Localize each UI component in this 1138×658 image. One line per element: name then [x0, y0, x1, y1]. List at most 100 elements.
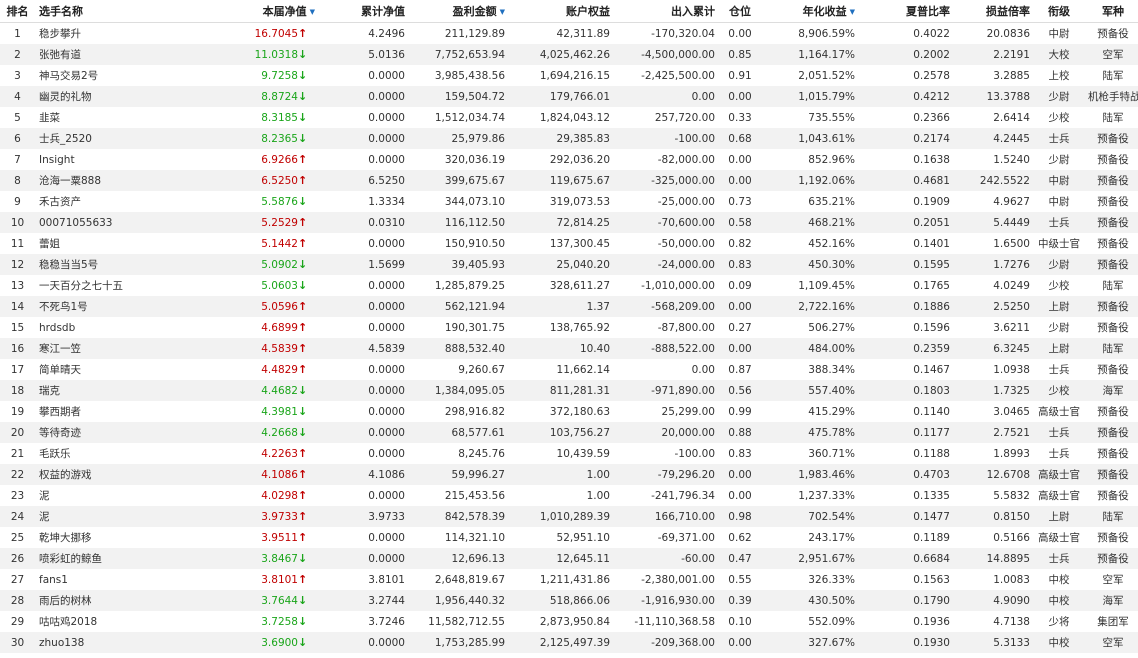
table-row[interactable]: 6 士兵_2520 8.2365↓ 0.0000 25,979.86 29,385.83-…: [0, 128, 1138, 149]
cell-player-name[interactable]: 神马交易2号: [35, 65, 235, 86]
table-row[interactable]: 28 雨后的树林 3.7644↓ 3.2744 1,956,440.32 518,866.…: [0, 590, 1138, 611]
table-row[interactable]: 27 fans1 3.8101↑ 3.8101 2,648,819.67 1,211,43…: [0, 569, 1138, 590]
table-row[interactable]: 22 权益的游戏 4.1086↑ 4.1086 59,996.27 1.00 -79,296…: [0, 464, 1138, 485]
cell-profit: 1,753,285.99: [405, 632, 505, 653]
cell-player-name[interactable]: 士兵_2520: [35, 128, 235, 149]
col-position-header[interactable]: 仓位: [715, 0, 765, 23]
table-row[interactable]: 30 zhuo138 3.6900↓ 0.0000 1,753,285.99 2,125,…: [0, 632, 1138, 653]
col-equity-header[interactable]: 账户权益: [505, 0, 610, 23]
cell-sharpe: 0.4681: [855, 170, 950, 191]
cell-branch: 空军: [1102, 574, 1124, 586]
cell-player-name[interactable]: 泥: [35, 506, 235, 527]
cell-player-name[interactable]: 韭菜: [35, 107, 235, 128]
cell-pl-ratio: 1.0083: [993, 573, 1030, 586]
table-row[interactable]: 3 神马交易2号 9.7258↓ 0.0000 3,985,438.56 1,694,21…: [0, 65, 1138, 86]
table-row[interactable]: 19 攀西期者 4.3981↓ 0.0000 298,916.82 372,180.63 2…: [0, 401, 1138, 422]
cell-annual: 506.27%: [808, 321, 855, 334]
sort-down-icon[interactable]: ▼: [310, 8, 315, 16]
cell-player-name[interactable]: 禾古资产: [35, 191, 235, 212]
arrow-down-icon: ↓: [298, 258, 308, 271]
sort-down-icon[interactable]: ▼: [500, 8, 505, 16]
cell-position: 0.88: [715, 422, 765, 443]
cell-player-name[interactable]: 乾坤大挪移: [35, 527, 235, 548]
cell-player-name[interactable]: 等待奇迹: [35, 422, 235, 443]
cell-player-name[interactable]: 泥: [35, 485, 235, 506]
table-row[interactable]: 16 寒江一笠 4.5839↑ 4.5839 888,532.40 10.40 -888,5…: [0, 338, 1138, 359]
table-row[interactable]: 26 喷彩虹的鲸鱼 3.8467↓ 0.0000 12,696.13 12,645.11-…: [0, 548, 1138, 569]
table-row[interactable]: 1 稳步攀升 16.7045↑ 4.2496 211,129.89 42,311.89 -1…: [0, 23, 1138, 45]
col-branch-header[interactable]: 军种: [1088, 0, 1138, 23]
cell-branch: 预备役: [1097, 322, 1129, 334]
col-title-header[interactable]: 衔级: [1030, 0, 1088, 23]
cell-branch: 海军: [1088, 590, 1138, 611]
table-row[interactable]: 12 稳稳当当5号 5.0902↓ 1.5699 39,405.93 25,040.20-…: [0, 254, 1138, 275]
col-name-header[interactable]: 选手名称: [35, 0, 235, 23]
table-row[interactable]: 9 禾古资产 5.5876↓ 1.3334 344,073.10 319,073.53 -2…: [0, 191, 1138, 212]
table-row[interactable]: 5 韭菜 8.3185↓ 0.0000 1,512,034.74 1,824,043.12…: [0, 107, 1138, 128]
cell-profit: 1,512,034.74: [434, 111, 505, 124]
cell-annual: 484.00%: [765, 338, 855, 359]
cell-equity: 4,025,462.26: [505, 44, 610, 65]
col-annual-header[interactable]: 年化收益 ▼: [765, 0, 855, 23]
table-row[interactable]: 24 泥 3.9733↑ 3.9733 842,578.39 1,010,289.39 16…: [0, 506, 1138, 527]
cell-player-name[interactable]: hrdsdb: [35, 317, 235, 338]
col-cum-nav-header[interactable]: 累计净值: [315, 0, 405, 23]
table-row[interactable]: 10 00071055633 5.2529↑ 0.0310 116,112.50 72,8…: [0, 212, 1138, 233]
cell-cum-nav: 0.0000: [368, 363, 405, 376]
cell-player-name[interactable]: 权益的游戏: [35, 464, 235, 485]
cell-player-name[interactable]: 简单晴天: [35, 359, 235, 380]
cell-player-name[interactable]: 毛跃乐: [35, 443, 235, 464]
col-nav-header[interactable]: 本届净值 ▼: [235, 0, 315, 23]
table-row[interactable]: 7 Insight 6.9266↑ 0.0000 320,036.19 292,036.2…: [0, 149, 1138, 170]
cell-rank-title: 少校: [1048, 112, 1070, 124]
cell-player-name[interactable]: 一天百分之七十五: [35, 275, 235, 296]
cell-player-name[interactable]: 瑞克: [35, 380, 235, 401]
col-profit-header[interactable]: 盈利金额 ▼: [405, 0, 505, 23]
cell-profit: 39,405.93: [405, 254, 505, 275]
table-row[interactable]: 11 蕾姐 5.1442↑ 0.0000 150,910.50 137,300.45 -50…: [0, 233, 1138, 254]
header-row: 排名 选手名称 本届净值 ▼ 累计净值 盈利金额 ▼ 账户权益 出入累计 仓位 年化…: [0, 0, 1138, 23]
cell-player-name[interactable]: 攀西期者: [35, 401, 235, 422]
cell-rank: 6: [0, 128, 35, 149]
table-row[interactable]: 29 咕咕鸡2018 3.7258↓ 3.7246 11,582,712.55 2,873…: [0, 611, 1138, 632]
col-rank-header[interactable]: 排名: [0, 0, 35, 23]
cell-pl-ratio: 6.3245: [950, 338, 1030, 359]
cell-player-name[interactable]: 幽灵的礼物: [35, 86, 235, 107]
sort-down-icon[interactable]: ▼: [850, 8, 855, 16]
cell-cum-nav: 0.0000: [315, 380, 405, 401]
cell-player-name[interactable]: 寒江一笠: [35, 338, 235, 359]
col-pl-ratio-header[interactable]: 损益倍率: [950, 0, 1030, 23]
cell-player-name[interactable]: fans1: [35, 569, 235, 590]
cell-player-name[interactable]: zhuo138: [35, 632, 235, 653]
cell-flow: -888,522.00: [610, 338, 715, 359]
cell-player-name[interactable]: 稳步攀升: [35, 23, 235, 45]
cell-player-name[interactable]: 00071055633: [35, 212, 235, 233]
arrow-up-icon: ↑: [298, 447, 308, 460]
arrow-down-icon: ↓: [298, 426, 308, 439]
table-row[interactable]: 14 不死鸟1号 5.0596↑ 0.0000 562,121.94 1.37 -568,2…: [0, 296, 1138, 317]
table-row[interactable]: 2 张弛有道 11.0318↓ 5.0136 7,752,653.94 4,025,462…: [0, 44, 1138, 65]
cell-player-name[interactable]: 稳稳当当5号: [35, 254, 235, 275]
cell-pl-ratio: 2.7521: [950, 422, 1030, 443]
table-row[interactable]: 15 hrdsdb 4.6899↑ 0.0000 190,301.75 138,765.9…: [0, 317, 1138, 338]
table-row[interactable]: 18 瑞克 4.4682↓ 0.0000 1,384,095.05 811,281.31-…: [0, 380, 1138, 401]
cell-player-name[interactable]: 雨后的树林: [35, 590, 235, 611]
table-row[interactable]: 23 泥 4.0298↑ 0.0000 215,453.56 1.00 -241,796.3…: [0, 485, 1138, 506]
cell-player-name[interactable]: 咕咕鸡2018: [35, 611, 235, 632]
col-flow-header[interactable]: 出入累计: [610, 0, 715, 23]
table-row[interactable]: 13 一天百分之七十五 5.0603↓ 0.0000 1,285,879.25 328,6…: [0, 275, 1138, 296]
cell-player-name[interactable]: 张弛有道: [35, 44, 235, 65]
cell-player-name[interactable]: 喷彩虹的鲸鱼: [35, 548, 235, 569]
cell-player-name[interactable]: 不死鸟1号: [35, 296, 235, 317]
table-row[interactable]: 8 沧海一粟888 6.5250↑ 6.5250 399,675.67 119,675.6…: [0, 170, 1138, 191]
arrow-up-icon: ↑: [298, 531, 308, 544]
table-row[interactable]: 4 幽灵的礼物 8.8724↓ 0.0000 159,504.72 179,766.01 0…: [0, 86, 1138, 107]
cell-player-name[interactable]: Insight: [35, 149, 235, 170]
table-row[interactable]: 20 等待奇迹 4.2668↓ 0.0000 68,577.61 103,756.27 20…: [0, 422, 1138, 443]
col-sharpe-header[interactable]: 夏普比率: [855, 0, 950, 23]
cell-player-name[interactable]: 沧海一粟888: [35, 170, 235, 191]
table-row[interactable]: 17 简单晴天 4.4829↑ 0.0000 9,260.67 11,662.14 0.00…: [0, 359, 1138, 380]
table-row[interactable]: 25 乾坤大挪移 3.9511↑ 0.0000 114,321.10 52,951.10 -…: [0, 527, 1138, 548]
cell-player-name[interactable]: 蕾姐: [35, 233, 235, 254]
table-row[interactable]: 21 毛跃乐 4.2263↑ 0.0000 8,245.76 10,439.59 -100.…: [0, 443, 1138, 464]
